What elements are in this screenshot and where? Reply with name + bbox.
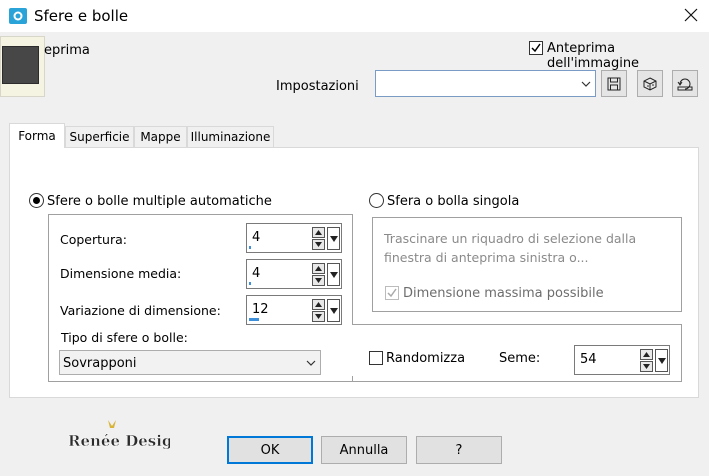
radio-dot — [33, 197, 40, 204]
svg-text:Renée Design: Renée Design — [68, 432, 170, 450]
single-sphere-description: Trascinare un riquadro di selezione dall… — [384, 231, 637, 265]
save-preset-button[interactable] — [601, 70, 627, 97]
settings-label: Impostazioni — [276, 79, 359, 94]
save-icon — [607, 77, 621, 90]
seed-label: Seme: — [499, 351, 541, 366]
reset-button[interactable] — [672, 70, 698, 97]
size-variation-level-bar — [249, 318, 259, 321]
check-icon — [387, 288, 397, 298]
settings-dropdown[interactable] — [375, 70, 596, 97]
auto-multiple-radio[interactable] — [29, 193, 44, 208]
tab-forma[interactable]: Forma — [9, 123, 65, 148]
seed-value[interactable]: 54 — [580, 352, 597, 367]
mean-size-value[interactable]: 4 — [252, 266, 260, 281]
chevron-down-icon[interactable] — [327, 227, 340, 250]
mean-size-level-bar — [249, 282, 251, 285]
single-sphere-radio[interactable] — [369, 193, 384, 208]
ok-button[interactable]: OK — [227, 436, 313, 464]
type-label: Tipo di sfere o bolle: — [61, 330, 188, 345]
close-button[interactable] — [672, 0, 709, 32]
image-preview-label: Anteprima dell'immagine — [547, 41, 640, 71]
spin-up-icon[interactable] — [312, 299, 325, 310]
spin-up-icon[interactable] — [312, 263, 325, 274]
max-size-checkbox[interactable] — [385, 286, 399, 300]
randomize-checkbox[interactable] — [369, 351, 383, 365]
check-icon — [531, 43, 541, 53]
spin-down-icon[interactable] — [312, 239, 325, 250]
group-border — [352, 214, 353, 324]
group-border — [48, 214, 49, 382]
group-border — [352, 376, 353, 382]
group-border — [352, 324, 682, 325]
chevron-down-icon[interactable] — [301, 350, 321, 375]
group-border — [48, 381, 682, 382]
preview-thumbnail[interactable] — [0, 36, 45, 97]
spin-up-icon[interactable] — [640, 349, 653, 360]
group-border — [681, 324, 682, 382]
auto-multiple-label: Sfere o bolle multiple automatiche — [47, 194, 272, 209]
spin-up-icon[interactable] — [312, 227, 325, 238]
chevron-down-icon[interactable] — [327, 263, 340, 286]
group-border — [48, 214, 353, 215]
size-variation-stepper[interactable]: 12 — [246, 295, 342, 325]
reset-icon — [677, 78, 693, 90]
size-variation-value[interactable]: 12 — [252, 302, 269, 317]
spin-down-icon[interactable] — [640, 361, 653, 372]
chevron-down-icon[interactable] — [575, 70, 596, 97]
tab-illuminazione[interactable]: Illuminazione — [187, 126, 274, 147]
spin-down-icon[interactable] — [312, 311, 325, 322]
coverage-level-bar — [249, 246, 251, 249]
tab-superficie[interactable]: Superficie — [65, 126, 134, 147]
app-icon — [9, 8, 27, 24]
size-variation-label: Variazione di dimensione: — [60, 303, 221, 318]
help-button[interactable]: ? — [416, 436, 502, 464]
preview-image — [2, 46, 39, 84]
renee-design-logo: Renée Design — [66, 418, 184, 452]
tab-mappe[interactable]: Mappe — [134, 126, 187, 147]
randomize-settings-button[interactable] — [637, 70, 663, 97]
cancel-button[interactable]: Annulla — [321, 436, 407, 464]
mean-size-stepper[interactable]: 4 — [246, 259, 342, 289]
randomize-label: Randomizza — [386, 351, 466, 366]
preview-label: eprima — [44, 43, 90, 58]
chevron-down-icon[interactable] — [655, 349, 668, 372]
mean-size-label: Dimensione media: — [60, 266, 182, 281]
spin-down-icon[interactable] — [312, 275, 325, 286]
max-size-label: Dimensione massima possibile — [403, 286, 604, 301]
close-icon — [684, 8, 698, 25]
chevron-down-icon[interactable] — [327, 299, 340, 322]
seed-stepper[interactable]: 54 — [574, 345, 670, 375]
coverage-value[interactable]: 4 — [252, 230, 260, 245]
type-value[interactable]: Sovrapponi — [63, 356, 137, 371]
coverage-label: Copertura: — [60, 232, 127, 247]
image-preview-checkbox[interactable] — [529, 41, 543, 55]
window-title: Sfere e bolle — [34, 7, 129, 25]
single-sphere-label: Sfera o bolla singola — [387, 194, 520, 209]
cube-icon — [643, 76, 657, 91]
coverage-stepper[interactable]: 4 — [246, 223, 342, 253]
